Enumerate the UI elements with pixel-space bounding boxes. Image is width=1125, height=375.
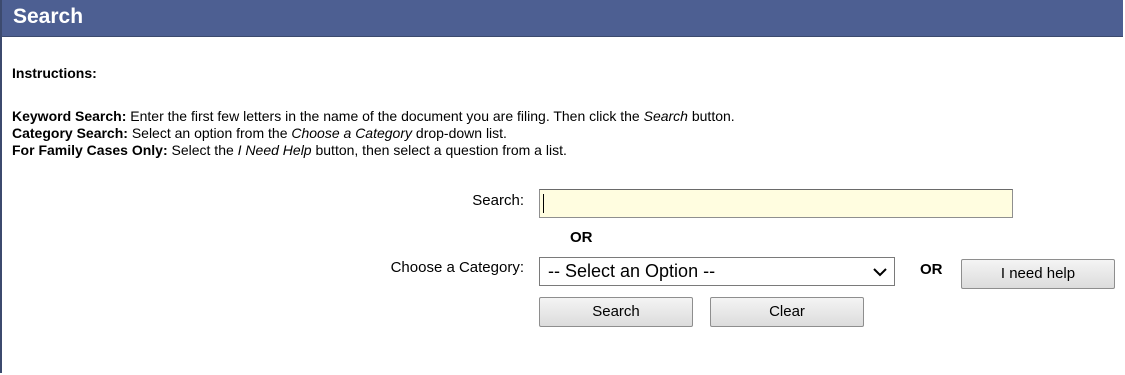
clear-button[interactable]: Clear: [710, 297, 864, 327]
category-search-text-1: Select an option from the: [127, 125, 292, 141]
family-cases-text-1: Select the: [167, 142, 238, 158]
category-search-instruction: Category Search: Select an option from t…: [12, 125, 507, 141]
keyword-search-text-1: Enter the first few letters in the name …: [126, 108, 644, 124]
category-search-emphasis: Choose a Category: [291, 125, 413, 141]
search-input[interactable]: [539, 189, 1013, 218]
family-cases-label: For Family Cases Only:: [12, 142, 168, 158]
family-cases-instruction: For Family Cases Only: Select the I Need…: [12, 142, 567, 158]
family-cases-text-2: button, then select a question from a li…: [311, 142, 567, 158]
search-label: Search:: [472, 192, 524, 209]
search-button[interactable]: Search: [539, 297, 693, 327]
text-cursor: [543, 194, 544, 213]
keyword-search-label: Keyword Search:: [12, 108, 127, 124]
category-search-label: Category Search:: [12, 125, 128, 141]
category-select[interactable]: -- Select an Option --: [539, 257, 895, 286]
instructions-heading: Instructions:: [12, 65, 97, 81]
or-separator-middle: OR: [570, 229, 593, 246]
panel-header: Search: [2, 0, 1123, 37]
keyword-search-text-2: button.: [687, 108, 735, 124]
search-panel: Search Instructions: Keyword Search: Ent…: [0, 0, 1123, 373]
keyword-search-emphasis: Search: [643, 108, 688, 124]
i-need-help-button[interactable]: I need help: [961, 259, 1115, 289]
or-separator-right: OR: [920, 261, 943, 278]
family-cases-emphasis: I Need Help: [237, 142, 312, 158]
panel-title: Search: [13, 5, 84, 28]
category-search-text-2: drop-down list.: [412, 125, 507, 141]
keyword-search-instruction: Keyword Search: Enter the first few lett…: [12, 108, 735, 124]
category-label: Choose a Category:: [390, 259, 524, 276]
category-selected-value: -- Select an Option --: [548, 261, 716, 281]
chevron-down-icon: [873, 268, 887, 277]
